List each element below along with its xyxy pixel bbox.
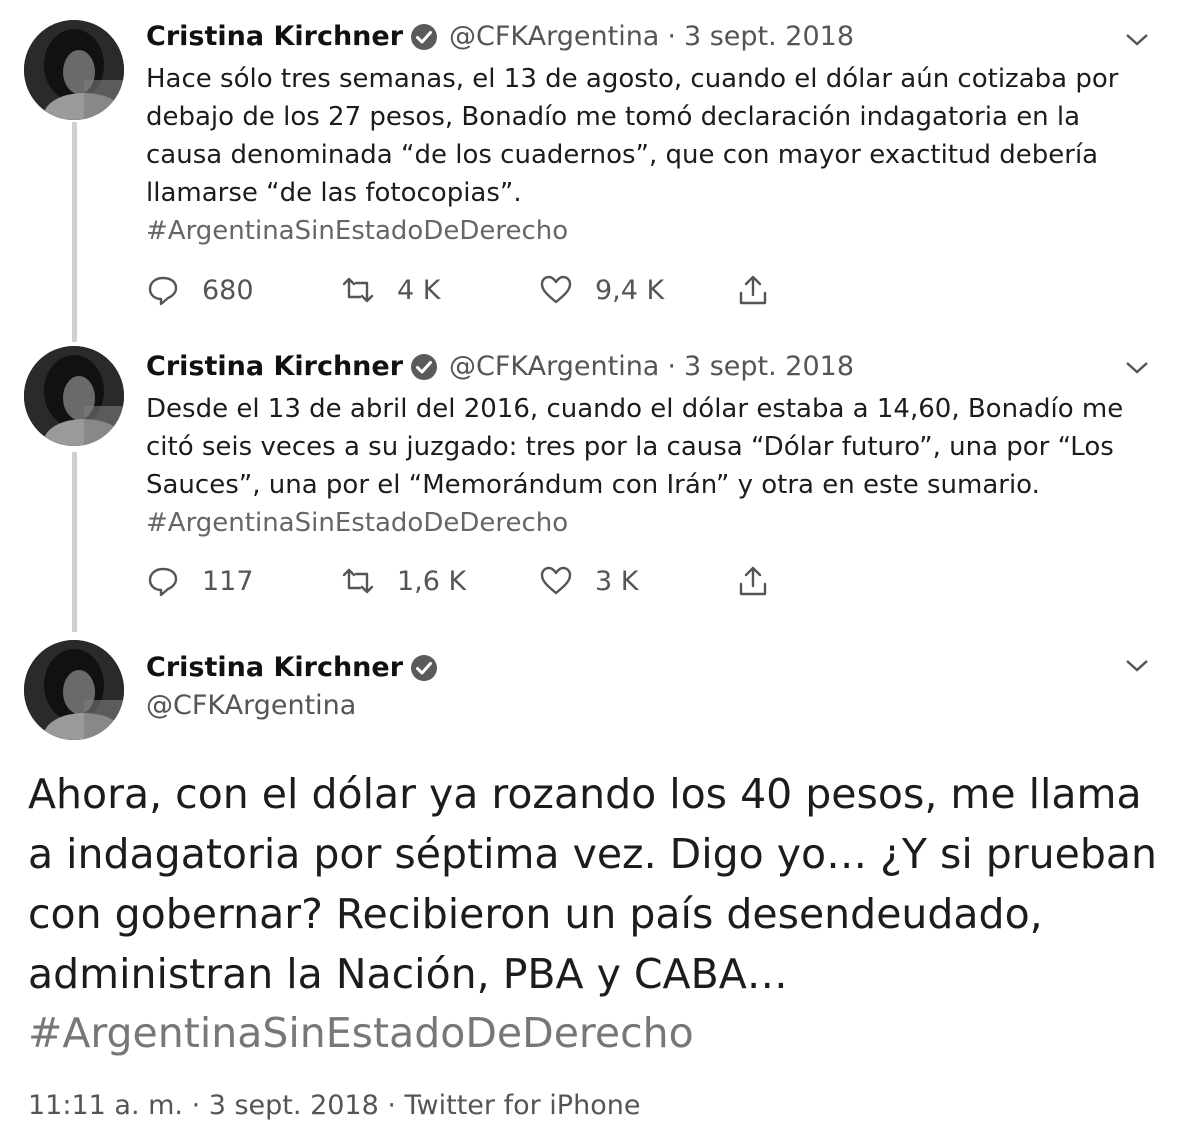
chevron-down-icon[interactable] [1123, 358, 1151, 378]
retweet-icon [342, 568, 374, 594]
author-name[interactable]: Cristina Kirchner [146, 20, 403, 54]
share-icon [739, 275, 767, 305]
tweet-metadata-footer: 11:11 a. m. · 3 sept. 2018 · Twitter for… [28, 1090, 641, 1121]
author-name[interactable]: Cristina Kirchner [146, 350, 403, 384]
retweet-count: 1,6 K [397, 565, 467, 597]
share-icon [739, 566, 767, 596]
heart-icon [540, 566, 572, 595]
author-handle[interactable]: @CFKArgentina [449, 350, 659, 384]
reply-icon [148, 276, 178, 306]
avatar-photo [24, 640, 124, 740]
hashtag-link[interactable]: #ArgentinaSinEstadoDeDerecho [146, 504, 1146, 542]
thread-connector [72, 122, 77, 342]
author-handle[interactable]: @CFKArgentina [449, 20, 659, 54]
tweet-text: Hace sólo tres semanas, el 13 de agosto,… [146, 64, 1119, 208]
retweet-button[interactable]: 1,6 K [341, 561, 466, 601]
separator: · [667, 21, 676, 52]
retweet-button[interactable]: 4 K [341, 270, 440, 310]
heart-icon [540, 275, 572, 304]
avatar[interactable] [24, 640, 124, 740]
verified-badge-icon [409, 22, 439, 52]
tweet-actions: 680 4 K 9,4 K [146, 270, 826, 310]
reply-count: 117 [202, 565, 254, 597]
avatar[interactable] [24, 346, 124, 446]
main-tweet-text: Ahora, con el dólar ya rozando los 40 pe… [28, 770, 1157, 998]
author-handle[interactable]: @CFKArgentina [146, 690, 356, 721]
like-button[interactable]: 9,4 K [539, 270, 664, 310]
reply-count: 680 [202, 274, 254, 306]
tweet-text: Desde el 13 de abril del 2016, cuando el… [146, 394, 1124, 500]
tweet-header: Cristina Kirchner @CFKArgentina · 3 sept… [146, 350, 854, 384]
like-button[interactable]: 3 K [539, 561, 638, 601]
tweet-date[interactable]: 3 sept. 2018 [684, 350, 854, 384]
chevron-down-icon[interactable] [1123, 656, 1151, 676]
verified-badge-icon [409, 352, 439, 382]
hashtag-link[interactable]: #ArgentinaSinEstadoDeDerecho [146, 212, 1146, 250]
share-button[interactable] [736, 270, 792, 310]
reply-button[interactable]: 680 [146, 270, 254, 310]
retweet-icon [342, 277, 374, 303]
like-count: 3 K [595, 565, 639, 597]
thread-connector [72, 452, 77, 632]
reply-button[interactable]: 117 [146, 561, 254, 601]
tweet-header: Cristina Kirchner [146, 651, 449, 685]
tweet-header: Cristina Kirchner @CFKArgentina · 3 sept… [146, 20, 854, 54]
tweet-date[interactable]: 3 sept. 2018 [684, 20, 854, 54]
like-count: 9,4 K [595, 274, 665, 306]
author-name[interactable]: Cristina Kirchner [146, 651, 403, 685]
reply-icon [148, 567, 178, 597]
share-button[interactable] [736, 561, 792, 601]
chevron-down-icon[interactable] [1123, 30, 1151, 50]
main-hashtag-link[interactable]: #ArgentinaSinEstadoDeDerecho [28, 1003, 694, 1063]
tweet-actions: 117 1,6 K 3 K [146, 561, 826, 601]
separator: · [667, 351, 676, 382]
avatar[interactable] [24, 20, 124, 120]
retweet-count: 4 K [397, 274, 441, 306]
verified-badge-icon [409, 653, 439, 683]
avatar-photo [24, 346, 124, 446]
avatar-photo [24, 20, 124, 120]
